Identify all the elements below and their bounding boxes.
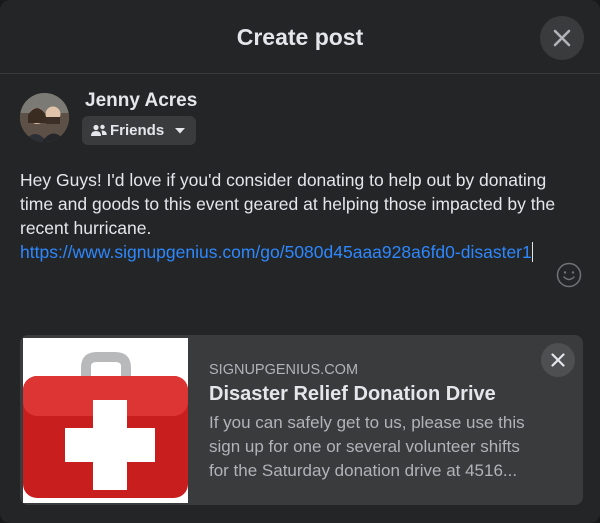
link-preview-domain: SIGNUPGENIUS.COM [209, 362, 359, 378]
avatar [20, 93, 69, 142]
link-preview-description-line: If you can safely get to us, please use … [209, 413, 525, 432]
first-aid-kit-icon [23, 338, 188, 503]
close-icon [551, 353, 565, 367]
friends-icon [91, 124, 107, 136]
emoji-button[interactable] [556, 262, 582, 293]
close-dialog-button[interactable] [540, 16, 584, 60]
caret-down-icon [175, 128, 185, 134]
emoji-icon [556, 262, 582, 288]
close-icon [553, 29, 571, 47]
link-preview-image [23, 338, 188, 503]
audience-label: Friends [110, 122, 165, 139]
link-preview-card[interactable]: SIGNUPGENIUS.COM Disaster Relief Donatio… [20, 335, 583, 505]
post-text: Hey Guys! I'd love if you'd consider don… [20, 170, 556, 238]
link-preview-description: If you can safely get to us, please use … [209, 411, 574, 483]
post-text-input[interactable]: Hey Guys! I'd love if you'd consider don… [20, 168, 560, 264]
link-preview-title: Disaster Relief Donation Drive [209, 383, 496, 405]
post-link[interactable]: https://www.signupgenius.com/go/5080d45a… [20, 242, 532, 262]
text-cursor [531, 242, 533, 262]
link-preview-description-line: sign up for one or several volunteer shi… [209, 437, 520, 456]
dialog-header: Create post [0, 0, 600, 74]
dialog-title: Create post [236, 24, 364, 50]
remove-link-preview-button[interactable] [541, 343, 575, 377]
audience-selector-button[interactable]: Friends [82, 116, 196, 145]
author-name: Jenny Acres [85, 90, 198, 111]
create-post-dialog: Create post Jenny Acres Friends Hey Guys… [0, 0, 600, 523]
link-preview-description-line: for the Saturday donation drive at 4516.… [209, 461, 518, 480]
